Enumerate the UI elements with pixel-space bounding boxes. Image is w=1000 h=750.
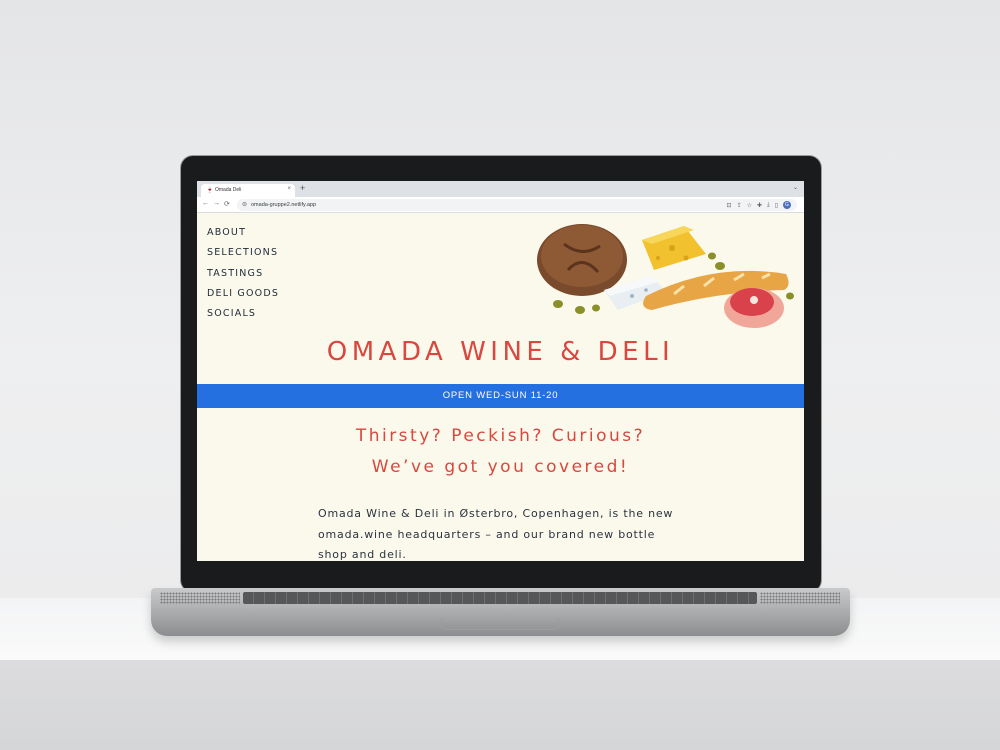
- page-title: OMADA WINE & DELI: [326, 337, 675, 367]
- back-button[interactable]: ←: [202, 200, 209, 207]
- reload-button[interactable]: ⟳: [224, 200, 230, 208]
- nav-link-selections[interactable]: SELECTIONS: [207, 247, 279, 258]
- url-text: omada-gruppe2.netlify.app: [251, 202, 317, 208]
- shelf-front: [0, 660, 1000, 750]
- forward-button[interactable]: →: [213, 200, 220, 207]
- nav-link-socials[interactable]: SOCIALS: [207, 308, 279, 319]
- deli-food-illustration: [537, 224, 794, 328]
- site-nav: ABOUT SELECTIONS TASTINGS DELI GOODS SOC…: [207, 227, 279, 328]
- nav-link-about[interactable]: ABOUT: [207, 227, 279, 238]
- close-icon[interactable]: ×: [287, 186, 291, 192]
- side-panel-icon[interactable]: ▯: [775, 202, 778, 209]
- cheese-icon: [642, 226, 706, 270]
- intro-paragraph: Omada Wine & Deli in Østerbro, Copenhage…: [318, 507, 674, 561]
- extensions-icon[interactable]: ✚: [757, 202, 762, 209]
- share-icon[interactable]: ⇪: [737, 202, 742, 209]
- laptop-speaker-right: [760, 592, 840, 604]
- laptop-speaker-left: [160, 592, 240, 604]
- opening-hours-banner: OPEN WED-SUN 11-20: [197, 384, 804, 408]
- web-page: ABOUT SELECTIONS TASTINGS DELI GOODS SOC…: [197, 214, 804, 561]
- bread-icon: [537, 224, 627, 296]
- address-bar[interactable]: ⊜ omada-gruppe2.netlify.app ⊡ ⇪ ☆ ✚ ⤓ ▯ …: [237, 199, 797, 211]
- translate-icon[interactable]: ⊡: [727, 202, 732, 209]
- hero-line-1: Thirsty? Peckish? Curious?: [355, 426, 646, 446]
- toolbar-icons: ⊡ ⇪ ☆ ✚ ⤓ ▯ G: [727, 201, 791, 209]
- nav-link-deli-goods[interactable]: DELI GOODS: [207, 288, 279, 299]
- new-tab-button[interactable]: +: [300, 183, 305, 193]
- browser-tab[interactable]: 🍷 Omada Deli ×: [201, 184, 295, 197]
- laptop-trackpad: [441, 618, 559, 630]
- download-icon[interactable]: ⤓: [767, 202, 770, 209]
- chevron-down-icon[interactable]: ⌄: [793, 184, 798, 191]
- bookmark-star-icon[interactable]: ☆: [747, 202, 752, 209]
- laptop-keyboard: [243, 592, 757, 604]
- browser-toolbar: ← → ⟳ ⊜ omada-gruppe2.netlify.app ⊡ ⇪ ☆ …: [197, 197, 804, 213]
- browser-tab-bar: 🍷 Omada Deli × + ⌄: [197, 181, 804, 197]
- nav-link-tastings[interactable]: TASTINGS: [207, 268, 279, 279]
- wine-glass-icon: 🍷: [206, 188, 214, 194]
- laptop-screen: 🍷 Omada Deli × + ⌄ ← → ⟳ ⊜ omada-gruppe2…: [197, 181, 804, 561]
- ham-icon: [724, 288, 784, 328]
- tab-title: Omada Deli: [215, 187, 242, 193]
- profile-avatar[interactable]: G: [783, 201, 791, 209]
- hero-line-2: We’ve got you covered!: [371, 457, 630, 477]
- site-info-icon[interactable]: ⊜: [242, 201, 247, 208]
